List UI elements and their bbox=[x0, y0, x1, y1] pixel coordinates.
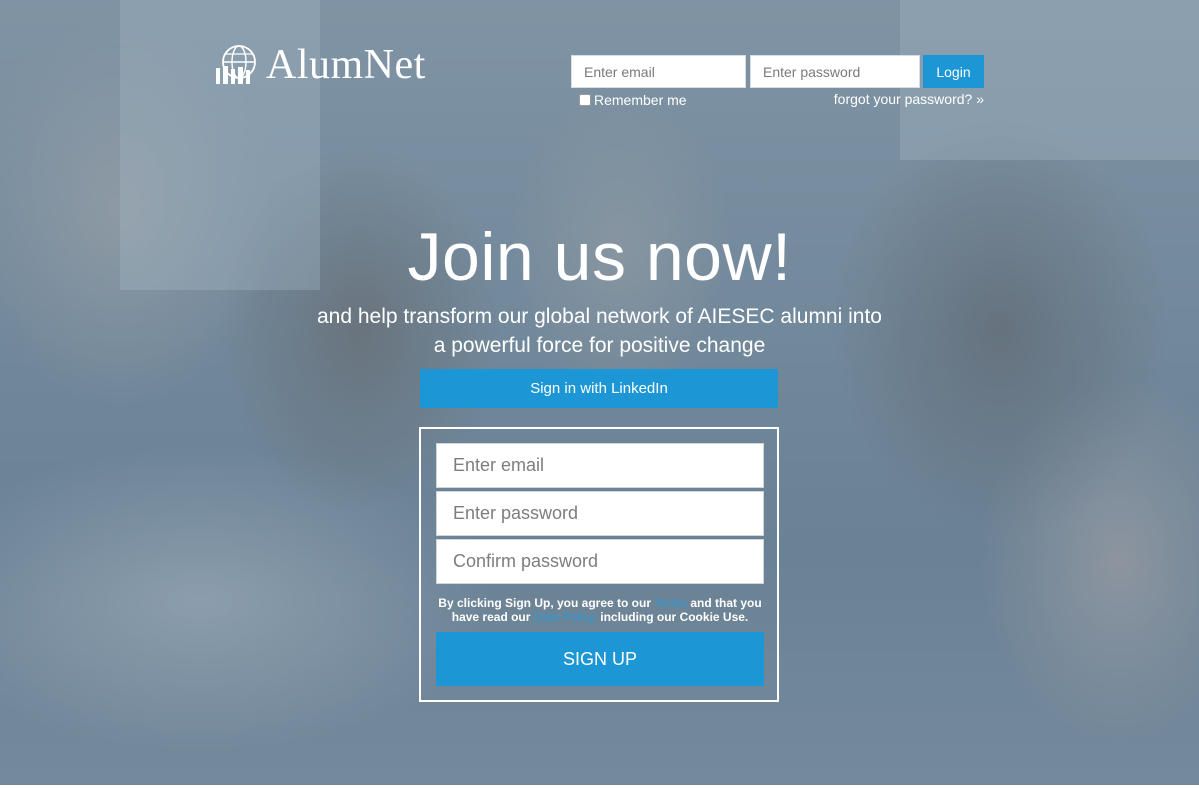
checkbox-icon[interactable] bbox=[579, 94, 591, 106]
terms-prefix: By clicking Sign Up, you agree to our bbox=[438, 596, 655, 610]
signup-confirm-password-input[interactable] bbox=[436, 539, 764, 584]
globe-people-icon bbox=[216, 45, 256, 84]
header-email-input[interactable] bbox=[571, 55, 746, 88]
forgot-password-link[interactable]: forgot your password? » bbox=[834, 91, 984, 107]
hero-subtitle-line1: and help transform our global network of… bbox=[317, 305, 882, 328]
terms-suffix: including our Cookie Use. bbox=[596, 610, 749, 624]
signup-email-input[interactable] bbox=[436, 443, 764, 488]
header-password-input[interactable] bbox=[750, 55, 920, 88]
hero-subtitle: and help transform our global network of… bbox=[0, 302, 1199, 360]
data-policy-link[interactable]: Data Policy, bbox=[534, 610, 597, 624]
terms-text: By clicking Sign Up, you agree to our Te… bbox=[436, 596, 764, 624]
remember-me-label: Remember me bbox=[594, 92, 687, 108]
hero-subtitle-line2: a powerful force for positive change bbox=[433, 334, 766, 357]
login-button[interactable]: Login bbox=[923, 55, 984, 88]
linkedin-signin-button[interactable]: Sign in with LinkedIn bbox=[420, 369, 778, 408]
signup-password-input[interactable] bbox=[436, 491, 764, 536]
logo[interactable]: AlumNet bbox=[214, 44, 426, 86]
hero-title: Join us now! bbox=[407, 219, 792, 295]
signup-button[interactable]: SIGN UP bbox=[436, 632, 764, 686]
remember-me[interactable]: Remember me bbox=[579, 92, 687, 108]
logo-text: AlumNet bbox=[266, 42, 426, 88]
landing-page: AlumNet Login Remember me forgot your pa… bbox=[0, 0, 1199, 788]
signup-form: By clicking Sign Up, you agree to our Te… bbox=[419, 427, 779, 702]
terms-link[interactable]: Terms bbox=[654, 596, 687, 610]
